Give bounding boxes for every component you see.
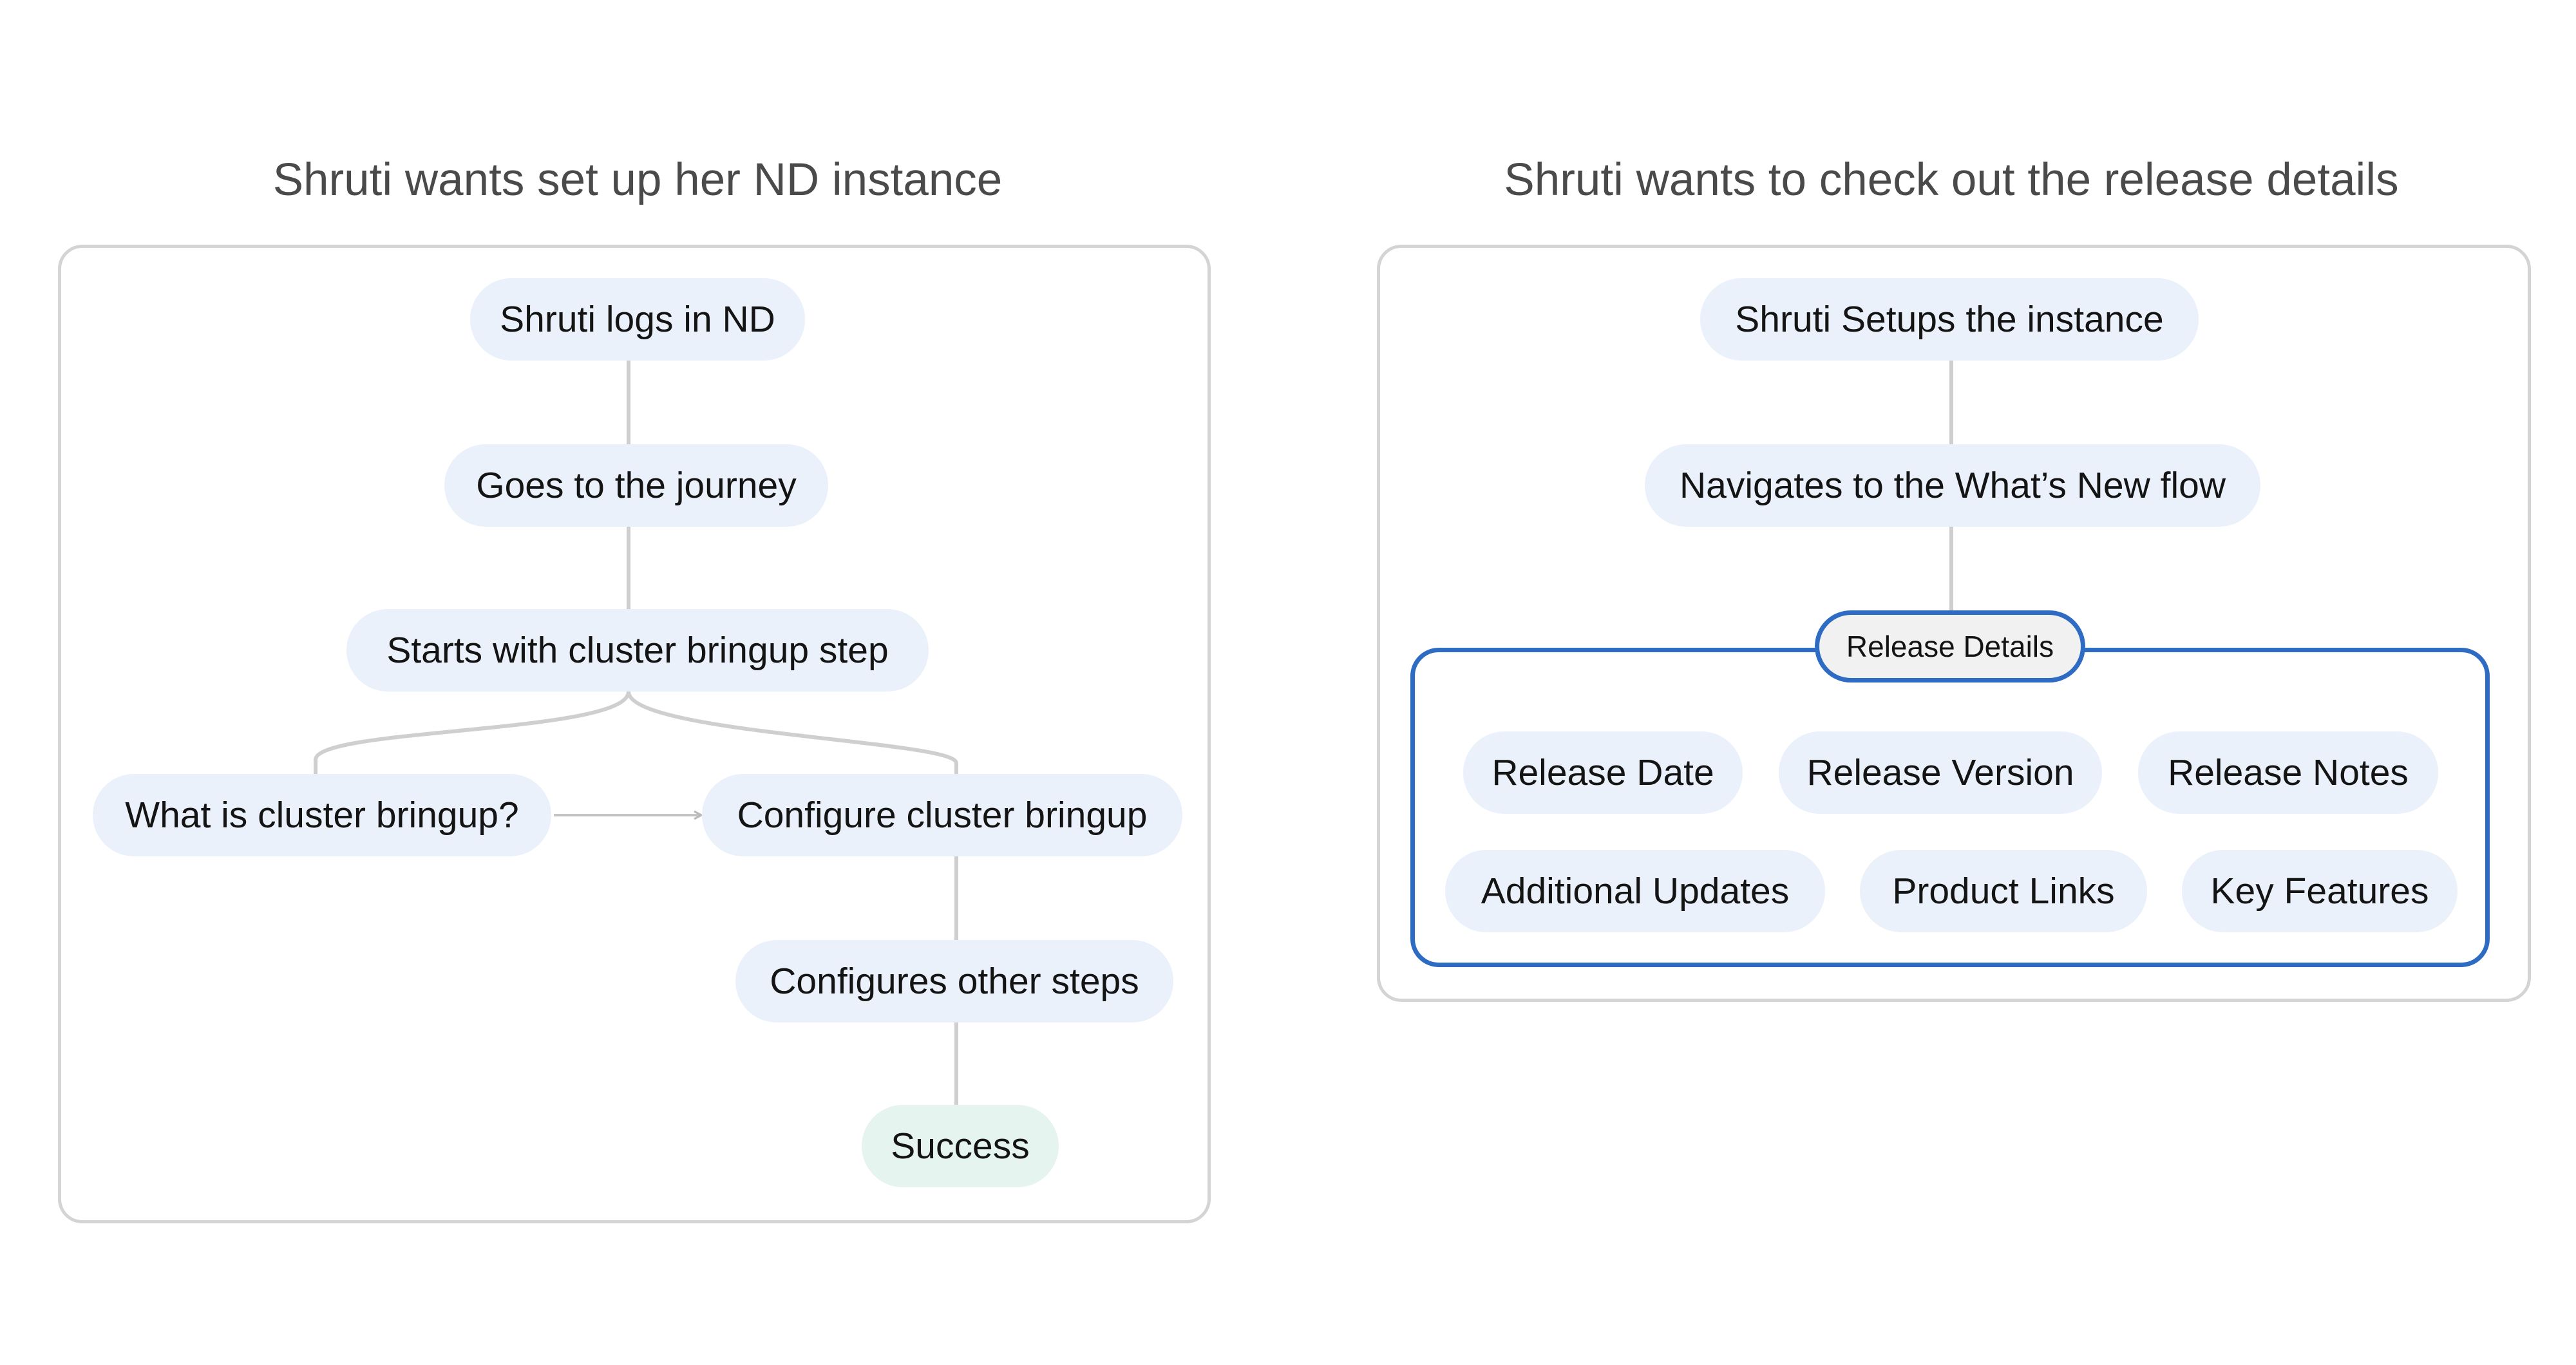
item-release-date: Release Date bbox=[1463, 731, 1743, 814]
step-what-is-cluster-bringup: What is cluster bringup? bbox=[93, 774, 551, 856]
step-success: Success bbox=[862, 1105, 1059, 1187]
step-starts-cluster-bringup: Starts with cluster bringup step bbox=[346, 609, 929, 692]
step-shruti-logs-in: Shruti logs in ND bbox=[470, 278, 805, 361]
release-details-label: Release Details bbox=[1815, 610, 2085, 682]
step-shruti-setups-instance: Shruti Setups the instance bbox=[1700, 278, 2199, 361]
item-additional-updates: Additional Updates bbox=[1445, 850, 1825, 932]
item-release-version: Release Version bbox=[1779, 731, 2102, 814]
step-goes-to-journey: Goes to the journey bbox=[444, 444, 828, 527]
step-configures-other-steps: Configures other steps bbox=[735, 940, 1173, 1022]
step-configure-cluster-bringup: Configure cluster bringup bbox=[702, 774, 1182, 856]
step-navigates-whats-new: Navigates to the What’s New flow bbox=[1645, 444, 2260, 527]
item-key-features: Key Features bbox=[2182, 850, 2458, 932]
connector-start-configure bbox=[627, 690, 958, 776]
item-product-links: Product Links bbox=[1860, 850, 2147, 932]
item-release-notes: Release Notes bbox=[2138, 731, 2438, 814]
connector-start-what-is bbox=[314, 690, 630, 776]
